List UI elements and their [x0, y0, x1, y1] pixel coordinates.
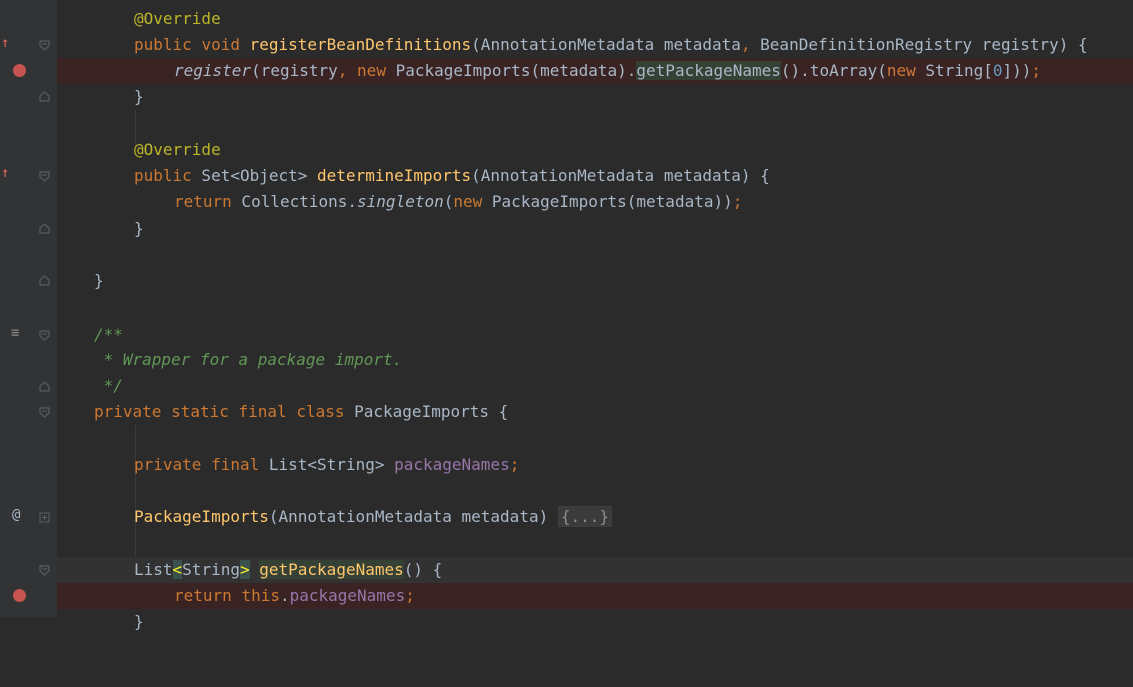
highlighted-usage: getPackageNames [636, 61, 781, 80]
override-method-icon[interactable]: ↑ [1, 35, 9, 51]
code-editor[interactable]: @Override public void registerBeanDefini… [57, 0, 1133, 631]
fold-open-icon[interactable] [38, 406, 51, 419]
fold-end-icon[interactable] [38, 274, 51, 287]
type: String[ [915, 61, 993, 80]
comma: , [337, 61, 348, 80]
keyword: new [357, 61, 386, 80]
comma: , [740, 35, 751, 54]
fold-end-icon[interactable] [38, 380, 51, 393]
params: (AnnotationMetadata metadata [471, 35, 741, 54]
args: (registry [251, 61, 338, 80]
override-method-icon[interactable]: ↑ [1, 165, 9, 181]
breakpoint-icon[interactable] [13, 589, 26, 602]
code-line: } [57, 268, 1133, 294]
type: List [134, 560, 173, 579]
constructor-name: PackageImports [134, 507, 269, 526]
type: String [182, 560, 240, 579]
class-name: PackageImports { [344, 402, 509, 421]
brace: } [94, 271, 104, 290]
code-line: public Set<Object> determineImports(Anno… [57, 163, 1133, 189]
code-line-breakpoint: return this.packageNames; [57, 583, 1133, 609]
matched-bracket: > [239, 560, 250, 579]
keyword: public [134, 166, 192, 185]
constructor-call: PackageImports(metadata)) [482, 192, 733, 211]
implemented-at-icon[interactable]: @ [12, 507, 20, 523]
semicolon: ; [732, 192, 743, 211]
keyword: final [238, 402, 287, 421]
keyword: static [171, 402, 229, 421]
javadoc: */ [94, 376, 123, 395]
indent-guide [135, 425, 136, 560]
params: (AnnotationMetadata metadata) { [471, 166, 770, 185]
code-line: */ [57, 373, 1133, 399]
keyword: new [453, 192, 483, 211]
fold-end-icon[interactable] [38, 222, 51, 235]
brace: } [134, 219, 144, 238]
folded-code-placeholder[interactable]: {...} [557, 506, 613, 527]
code-line: /** [57, 322, 1133, 348]
field-name: packageNames [394, 455, 510, 474]
code-line: public void registerBeanDefinitions(Anno… [57, 32, 1133, 58]
annotation: @Override [134, 140, 221, 159]
fold-open-icon[interactable] [38, 170, 51, 183]
code-line: return Collections.singleton(new Package… [57, 189, 1133, 215]
fold-collapsed-icon[interactable] [38, 511, 51, 524]
fold-open-icon[interactable] [38, 329, 51, 342]
method-name: determineImports [317, 166, 472, 185]
keyword: new [886, 61, 916, 80]
annotation: @Override [134, 9, 221, 28]
params: BeanDefinitionRegistry registry) { [750, 35, 1088, 54]
keyword: public [134, 35, 192, 54]
code-line: @Override [57, 137, 1133, 163]
constructor-call: PackageImports(metadata). [385, 61, 637, 80]
punct: ]) [1002, 61, 1022, 80]
semicolon: ; [1031, 61, 1042, 80]
method-call: ().toArray( [780, 61, 887, 80]
method-name: registerBeanDefinitions [249, 35, 472, 54]
semicolon: ; [405, 586, 415, 605]
keyword: void [201, 35, 240, 54]
keyword: return [174, 192, 232, 211]
method-name: getPackageNames [259, 560, 404, 579]
type: List<String> [259, 455, 395, 474]
method-call: singleton [357, 192, 444, 211]
code-line: @Override [57, 6, 1133, 32]
code-line: private static final class PackageImport… [57, 399, 1133, 425]
code-line-current: List<String> getPackageNames() { [57, 557, 1133, 583]
keyword: this [241, 586, 280, 605]
code-line: private final List<String> packageNames; [57, 452, 1133, 478]
fold-open-icon[interactable] [38, 564, 51, 577]
rendered-doc-icon[interactable]: ≡ [11, 325, 19, 341]
matched-bracket: < [172, 560, 183, 579]
code-line: } [57, 84, 1133, 110]
semicolon: ; [509, 455, 520, 474]
field-name: packageNames [289, 586, 406, 605]
brace: } [134, 612, 144, 631]
code-line: } [57, 609, 1133, 635]
params: (AnnotationMetadata metadata) [268, 507, 558, 526]
keyword: class [296, 402, 345, 421]
keyword: private [94, 402, 162, 421]
editor-gutter: ↑ ↑ ≡ @ [0, 0, 57, 617]
method-call: register [174, 61, 252, 80]
params: () { [403, 560, 443, 579]
fold-open-icon[interactable] [38, 39, 51, 52]
fold-end-icon[interactable] [38, 90, 51, 103]
code-line: * Wrapper for a package import. [57, 347, 1133, 373]
keyword: private [134, 455, 202, 474]
brace: } [134, 87, 144, 106]
breakpoint-icon[interactable] [13, 64, 26, 77]
keyword: final [211, 455, 260, 474]
punct: . [279, 586, 290, 605]
keyword: return [174, 586, 232, 605]
code-line: } [57, 216, 1133, 242]
type: Set<Object> [191, 166, 318, 185]
class-ref: Collections. [231, 192, 358, 211]
code-line-breakpoint: register(registry, new PackageImports(me… [57, 58, 1133, 84]
javadoc: /** [94, 325, 123, 344]
javadoc: * Wrapper for a package import. [94, 350, 403, 369]
code-line: PackageImports(AnnotationMetadata metada… [57, 504, 1133, 530]
punct: ( [443, 192, 454, 211]
